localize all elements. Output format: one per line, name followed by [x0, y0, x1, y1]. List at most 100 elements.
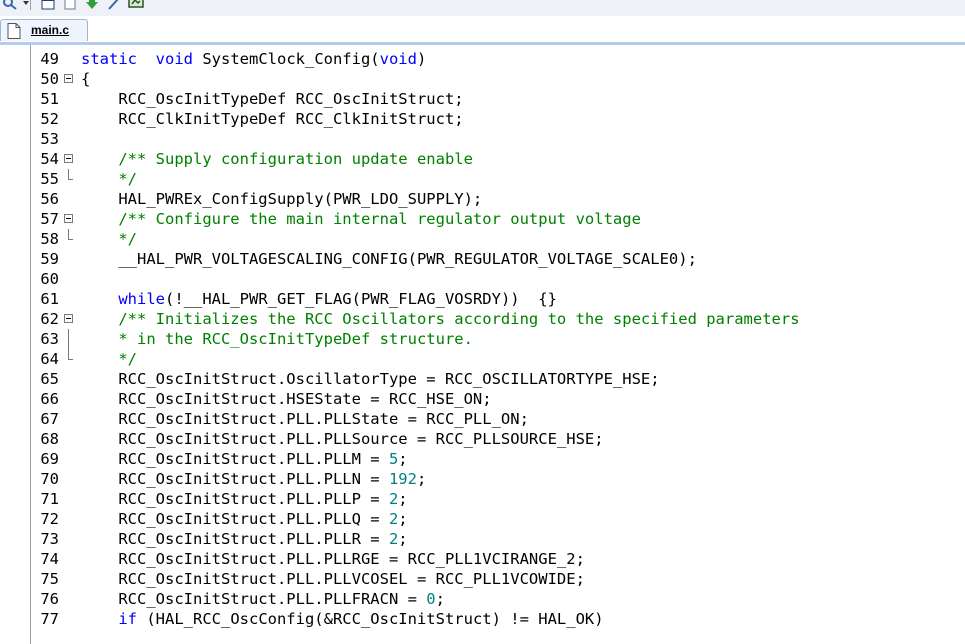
line-number: 49 [40, 50, 59, 68]
tab-main-c[interactable]: main.c [0, 19, 88, 41]
code-text: while(!__HAL_PWR_GET_FLAG(PWR_FLAG_VOSRD… [81, 289, 557, 309]
code-text: /** Supply configuration update enable [81, 149, 473, 169]
down-arrow-icon[interactable] [84, 0, 100, 10]
code-line[interactable]: 60 [0, 269, 965, 289]
code-text: RCC_OscInitStruct.PLL.PLLR = 2; [81, 529, 408, 549]
code-token: void [379, 50, 417, 68]
code-line[interactable]: 67 RCC_OscInitStruct.PLL.PLLState = RCC_… [0, 409, 965, 429]
code-token: 2 [388, 510, 399, 528]
line-number: 62 [40, 310, 59, 328]
code-line[interactable]: 69 RCC_OscInitStruct.PLL.PLLM = 5; [0, 449, 965, 469]
line-number: 63 [40, 330, 59, 348]
line-number: 58 [40, 230, 59, 248]
line-number: 76 [40, 590, 59, 608]
code-text: RCC_OscInitStruct.PLL.PLLVCOSEL = RCC_PL… [81, 569, 585, 589]
code-token: (!__HAL_PWR_GET_FLAG(PWR_FLAG_VOSRDY)) {… [165, 290, 557, 308]
code-text: __HAL_PWR_VOLTAGESCALING_CONFIG(PWR_REGU… [81, 249, 697, 269]
window-icon[interactable] [40, 0, 56, 10]
code-token: 2 [388, 530, 399, 548]
code-line[interactable]: 58 */ [0, 229, 965, 249]
code-line[interactable]: 71 RCC_OscInitStruct.PLL.PLLP = 2; [0, 489, 965, 509]
code-line[interactable]: 72 RCC_OscInitStruct.PLL.PLLQ = 2; [0, 509, 965, 529]
code-token: while [81, 290, 165, 308]
code-line[interactable]: 57 /** Configure the main internal regul… [0, 209, 965, 229]
code-text: if (HAL_RCC_OscConfig(&RCC_OscInitStruct… [81, 609, 603, 629]
line-number: 77 [40, 610, 59, 628]
code-token: RCC_OscInitStruct.PLL.PLLM = [81, 450, 389, 468]
code-text: HAL_PWREx_ConfigSupply(PWR_LDO_SUPPLY); [81, 189, 482, 209]
code-text: RCC_ClkInitTypeDef RCC_ClkInitStruct; [81, 109, 463, 129]
code-token: */ [81, 350, 137, 368]
code-line[interactable]: 51 RCC_OscInitTypeDef RCC_OscInitStruct; [0, 89, 965, 109]
code-token: ; [416, 470, 427, 488]
fold-collapse-icon[interactable] [64, 214, 73, 223]
magnifier-icon[interactable] [2, 0, 18, 10]
fold-collapse-icon[interactable] [64, 74, 73, 83]
code-line[interactable]: 73 RCC_OscInitStruct.PLL.PLLR = 2; [0, 529, 965, 549]
code-text: RCC_OscInitStruct.HSEState = RCC_HSE_ON; [81, 389, 492, 409]
code-token: */ [81, 170, 137, 188]
fold-collapse-icon[interactable] [64, 154, 73, 163]
fold-collapse-icon[interactable] [64, 314, 73, 323]
code-line[interactable]: 56 HAL_PWREx_ConfigSupply(PWR_LDO_SUPPLY… [0, 189, 965, 209]
fold-end-tick [68, 179, 73, 180]
code-line[interactable]: 65 RCC_OscInitStruct.OscillatorType = RC… [0, 369, 965, 389]
code-text: */ [81, 349, 137, 369]
code-line[interactable]: 76 RCC_OscInitStruct.PLL.PLLFRACN = 0; [0, 589, 965, 609]
code-line[interactable]: 70 RCC_OscInitStruct.PLL.PLLN = 192; [0, 469, 965, 489]
code-text: * in the RCC_OscInitTypeDef structure. [81, 329, 473, 349]
code-token: ; [398, 530, 408, 548]
code-text: RCC_OscInitStruct.OscillatorType = RCC_O… [81, 369, 659, 389]
fold-guide [68, 229, 69, 239]
toolbar [0, 0, 965, 16]
code-token: */ [81, 230, 137, 248]
line-number: 57 [40, 210, 59, 228]
line-number: 59 [40, 250, 59, 268]
code-text: RCC_OscInitStruct.PLL.PLLQ = 2; [81, 509, 407, 529]
code-line[interactable]: 74 RCC_OscInitStruct.PLL.PLLRGE = RCC_PL… [0, 549, 965, 569]
code-token: RCC_OscInitStruct.PLL.PLLSource = RCC_PL… [81, 430, 604, 448]
code-token: RCC_OscInitStruct.PLL.PLLFRACN = [81, 590, 427, 608]
code-line[interactable]: 66 RCC_OscInitStruct.HSEState = RCC_HSE_… [0, 389, 965, 409]
line-number: 72 [40, 510, 59, 528]
code-text: static void SystemClock_Config(void) [81, 49, 426, 69]
code-text: */ [81, 229, 137, 249]
code-line[interactable]: 53 [0, 129, 965, 149]
code-line[interactable]: 75 RCC_OscInitStruct.PLL.PLLVCOSEL = RCC… [0, 569, 965, 589]
code-token: RCC_OscInitStruct.PLL.PLLRGE = RCC_PLL1V… [81, 550, 585, 568]
monitor-icon[interactable] [128, 0, 144, 10]
code-line[interactable]: 54 /** Supply configuration update enabl… [0, 149, 965, 169]
code-line[interactable]: 77 if (HAL_RCC_OscConfig(&RCC_OscInitStr… [0, 609, 965, 629]
code-line[interactable]: 52 RCC_ClkInitTypeDef RCC_ClkInitStruct; [0, 109, 965, 129]
code-line[interactable]: 68 RCC_OscInitStruct.PLL.PLLSource = RCC… [0, 429, 965, 449]
wand-icon[interactable] [106, 0, 122, 10]
code-line[interactable]: 55 */ [0, 169, 965, 189]
code-text: /** Configure the main internal regulato… [81, 209, 641, 229]
code-line[interactable]: 59 __HAL_PWR_VOLTAGESCALING_CONFIG(PWR_R… [0, 249, 965, 269]
code-line[interactable]: 62 /** Initializes the RCC Oscillators a… [0, 309, 965, 329]
toolbar-separator [30, 0, 31, 10]
blank-window-icon[interactable] [62, 0, 78, 10]
code-line[interactable]: 61 while(!__HAL_PWR_GET_FLAG(PWR_FLAG_VO… [0, 289, 965, 309]
code-text: RCC_OscInitStruct.PLL.PLLRGE = RCC_PLL1V… [81, 549, 585, 569]
code-token: RCC_OscInitStruct.PLL.PLLN = [81, 470, 389, 488]
code-text: RCC_OscInitStruct.PLL.PLLFRACN = 0; [81, 589, 445, 609]
code-line[interactable]: 63 * in the RCC_OscInitTypeDef structure… [0, 329, 965, 349]
line-number: 51 [40, 90, 59, 108]
code-text: */ [81, 169, 137, 189]
code-line[interactable]: 49 static void SystemClock_Config(void) [0, 49, 965, 69]
code-token: 0 [426, 590, 436, 608]
code-editor[interactable]: 49 static void SystemClock_Config(void) 50… [0, 45, 965, 644]
code-line[interactable]: 64 */ [0, 349, 965, 369]
line-number: 66 [40, 390, 59, 408]
line-number: 75 [40, 570, 59, 588]
fold-guide [68, 349, 69, 359]
code-text: RCC_OscInitStruct.PLL.PLLState = RCC_PLL… [81, 409, 529, 429]
code-token: RCC_OscInitStruct.HSEState = RCC_HSE_ON; [81, 390, 492, 408]
line-number: 65 [40, 370, 59, 388]
code-token: RCC_OscInitStruct.PLL.PLLQ = [81, 510, 389, 528]
code-line[interactable]: 50 { [0, 69, 965, 89]
fold-guide [68, 329, 69, 349]
dropdown-arrow-icon[interactable] [18, 0, 34, 10]
